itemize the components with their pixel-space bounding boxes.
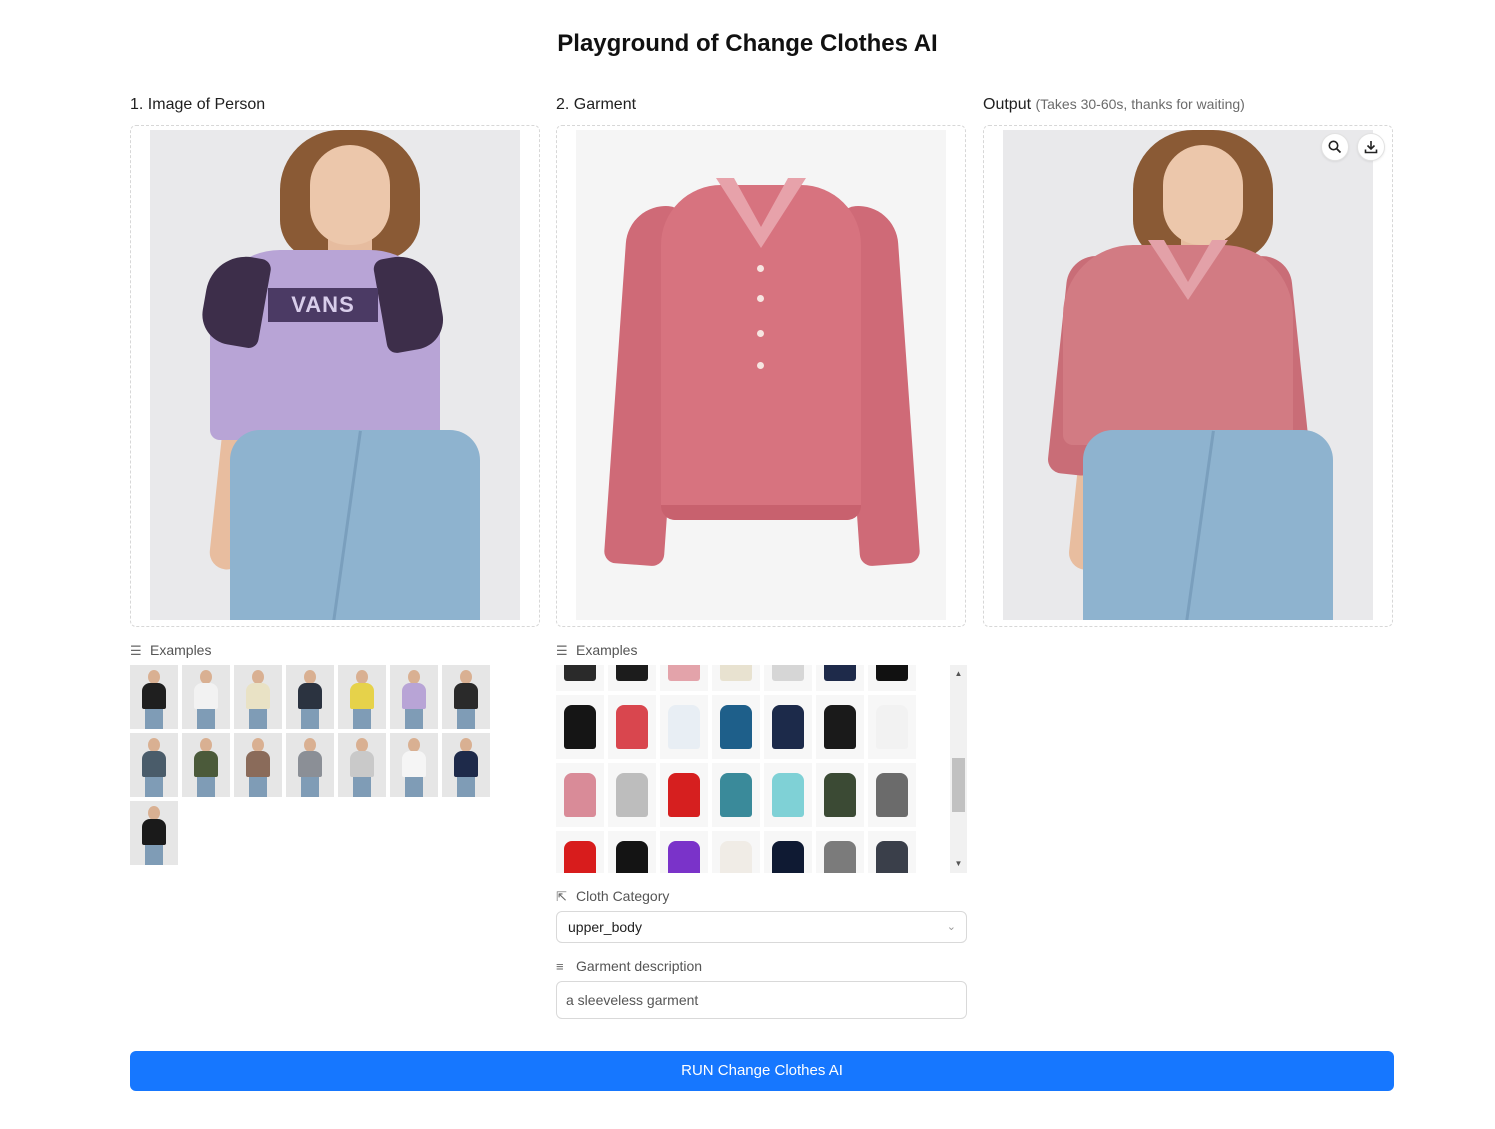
garment-example-thumb[interactable] <box>660 695 708 759</box>
garment-examples-label: Examples <box>576 642 638 658</box>
garment-examples-grid[interactable] <box>556 665 967 873</box>
garment-example-thumb[interactable] <box>764 831 812 873</box>
output-title: Output <box>983 96 1032 113</box>
person-example-thumb[interactable] <box>286 733 334 797</box>
garment-example-thumb[interactable] <box>660 831 708 873</box>
person-example-thumb[interactable] <box>442 733 490 797</box>
scroll-up-arrow-icon[interactable]: ▲ <box>950 667 967 681</box>
garment-description-label-text: Garment description <box>576 958 703 974</box>
person-image-label: 1. Image of Person <box>130 96 266 113</box>
garment-examples-header: ☰ Examples <box>556 642 637 659</box>
garment-example-thumb[interactable] <box>608 665 656 691</box>
garment-example-thumb[interactable] <box>712 763 760 827</box>
search-icon <box>1328 140 1342 154</box>
garment-description-label: ≡ Garment description <box>556 958 702 974</box>
cloth-category-select[interactable]: upper_body ⌄ <box>556 911 967 943</box>
select-cursor-icon: ⇱ <box>556 889 567 904</box>
garment-example-thumb[interactable] <box>764 665 812 691</box>
list-icon: ☰ <box>130 643 142 658</box>
garment-example-thumb[interactable] <box>868 763 916 827</box>
output-photo <box>1003 130 1373 620</box>
garment-label: 2. Garment <box>556 96 637 113</box>
garment-example-thumb[interactable] <box>712 695 760 759</box>
garment-example-thumb[interactable] <box>712 665 760 691</box>
person-examples-label: Examples <box>150 642 212 658</box>
person-example-thumb[interactable] <box>390 733 438 797</box>
garment-example-thumb[interactable] <box>816 695 864 759</box>
run-button[interactable]: RUN Change Clothes AI <box>130 1051 1394 1091</box>
person-image-upload[interactable]: VANS <box>130 125 540 627</box>
garment-example-thumb[interactable] <box>608 831 656 873</box>
person-example-thumb[interactable] <box>182 665 230 729</box>
person-example-thumb[interactable] <box>130 665 178 729</box>
person-example-thumb[interactable] <box>338 733 386 797</box>
scroll-down-arrow-icon[interactable]: ▼ <box>950 857 967 871</box>
garment-example-thumb[interactable] <box>556 665 604 691</box>
page-title: Playground of Change Clothes AI <box>557 30 938 57</box>
person-example-thumb[interactable] <box>234 665 282 729</box>
person-example-thumb[interactable] <box>130 733 178 797</box>
garment-photo <box>576 130 946 620</box>
garment-example-thumb[interactable] <box>868 695 916 759</box>
person-example-thumb[interactable] <box>130 801 178 865</box>
garment-examples-scrollbar[interactable]: ▲ ▼ <box>950 665 967 873</box>
garment-example-thumb[interactable] <box>660 665 708 691</box>
person-photo: VANS <box>150 130 520 620</box>
garment-example-thumb[interactable] <box>764 695 812 759</box>
person-example-thumb[interactable] <box>286 665 334 729</box>
garment-example-thumb[interactable] <box>712 831 760 873</box>
cloth-category-value: upper_body <box>568 919 642 935</box>
garment-example-thumb[interactable] <box>816 831 864 873</box>
garment-example-thumb[interactable] <box>556 831 604 873</box>
zoom-button[interactable] <box>1321 133 1349 161</box>
garment-example-thumb[interactable] <box>556 763 604 827</box>
cloth-category-label: ⇱ Cloth Category <box>556 888 669 905</box>
garment-example-thumb[interactable] <box>764 763 812 827</box>
person-example-thumb[interactable] <box>182 733 230 797</box>
person-examples-header: ☰ Examples <box>130 642 211 659</box>
list-icon: ☰ <box>556 643 568 658</box>
garment-example-thumb[interactable] <box>608 763 656 827</box>
person-example-thumb[interactable] <box>390 665 438 729</box>
garment-example-thumb[interactable] <box>816 763 864 827</box>
garment-example-thumb[interactable] <box>868 831 916 873</box>
garment-description-input[interactable]: a sleeveless garment <box>556 981 967 1019</box>
garment-image-upload[interactable] <box>556 125 966 627</box>
download-icon <box>1364 141 1378 154</box>
garment-example-thumb[interactable] <box>660 763 708 827</box>
garment-example-thumb[interactable] <box>868 665 916 691</box>
tshirt-logo: VANS <box>268 288 378 322</box>
download-button[interactable] <box>1357 133 1385 161</box>
person-example-thumb[interactable] <box>338 665 386 729</box>
output-label: Output (Takes 30-60s, thanks for waiting… <box>983 96 1245 114</box>
person-example-thumb[interactable] <box>442 665 490 729</box>
garment-example-thumb[interactable] <box>556 695 604 759</box>
output-image <box>983 125 1393 627</box>
chevron-down-icon: ⌄ <box>946 921 956 933</box>
person-example-thumb[interactable] <box>234 733 282 797</box>
garment-example-thumb[interactable] <box>816 665 864 691</box>
output-wait-note: (Takes 30-60s, thanks for waiting) <box>1035 96 1245 112</box>
scrollbar-thumb[interactable] <box>952 758 965 812</box>
align-left-icon: ≡ <box>556 959 564 974</box>
garment-example-thumb[interactable] <box>608 695 656 759</box>
cloth-category-label-text: Cloth Category <box>576 888 670 904</box>
